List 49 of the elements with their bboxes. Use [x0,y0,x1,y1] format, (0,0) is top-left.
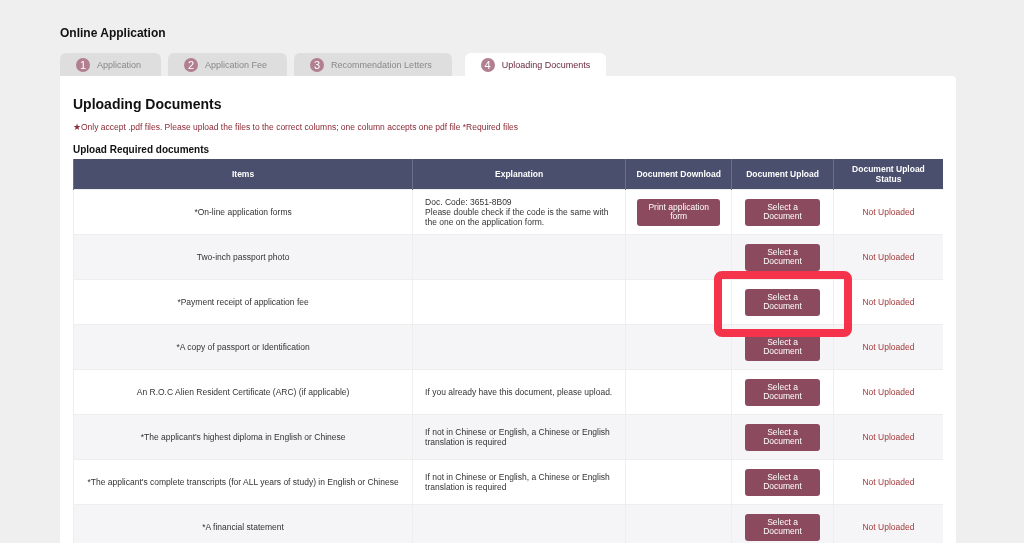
column-header: Explanation [412,159,626,190]
upload-status: Not Uploaded [862,252,915,262]
step-number: 1 [76,57,90,72]
select-document-button[interactable]: Select a Document [745,243,821,271]
print-form-button[interactable]: Print application form [637,198,721,226]
tab-label: Application [97,59,142,70]
column-header: Document Download [625,159,732,190]
explanation-text: If not in Chinese or English, a Chinese or English translation is required [424,427,611,447]
upload-notice: ★Only accept .pdf files. Please upload the files to the correct columns; one column accepts one pdf file *Required files [73,122,520,132]
upload-status: Not Uploaded [862,207,915,217]
select-document-button[interactable]: Select a Document [745,198,821,226]
step-tab[interactable]: 2 Application Fee [168,53,288,76]
tab-label: Uploading Documents [501,59,591,70]
item-name: Two-inch passport photo [196,252,290,262]
upload-status: Not Uploaded [862,342,915,352]
step-tab[interactable]: 4 Uploading Documents [464,53,607,76]
explanation-text: If not in Chinese or English, a Chinese or English translation is required [424,472,611,492]
item-name: An R.O.C Alien Resident Certificate (ARC) (if applicable) [136,387,350,397]
item-name: *A copy of passport or Identification [176,342,310,352]
select-document-button[interactable]: Select a Document [745,288,821,316]
explanation-text: Doc. Code: 3651-8B09 Please double check if the code is the same with the one on the application form. [424,197,610,227]
section-title: Uploading Documents [73,96,223,112]
step-tab[interactable]: 3 Recommendation Letters [294,53,452,76]
upload-status: Not Uploaded [862,522,915,532]
select-document-button[interactable]: Select a Document [745,468,821,496]
page-title: Online Application [60,25,167,42]
step-tab[interactable]: 1 Application [60,53,162,76]
upload-status: Not Uploaded [862,387,915,397]
column-header: Document Upload Status [833,159,943,190]
tab-label: Application Fee [205,59,268,70]
upload-status: Not Uploaded [862,432,915,442]
step-number: 3 [310,57,325,72]
item-name: *Payment receipt of application fee [177,297,309,307]
select-document-button[interactable]: Select a Document [745,378,821,406]
select-document-button[interactable]: Select a Document [745,513,821,541]
item-name: *The applicant's highest diploma in English or Chinese [140,432,346,442]
explanation-text: If you already have this document, please upload. [424,387,614,397]
column-header: Document Upload [731,159,834,190]
step-number: 4 [480,57,495,72]
tab-label: Recommendation Letters [331,59,432,70]
item-name: *A financial statement [202,522,284,532]
item-name: *On-line application forms [194,207,292,217]
step-number: 2 [184,57,199,72]
item-name: *The applicant's complete transcripts (for ALL years of study) in English or Chinese [87,477,399,487]
upload-status: Not Uploaded [862,297,915,307]
column-header: Items [73,159,413,190]
upload-status: Not Uploaded [862,477,915,487]
select-document-button[interactable]: Select a Document [745,423,821,451]
table-title: Upload Required documents [73,144,211,155]
